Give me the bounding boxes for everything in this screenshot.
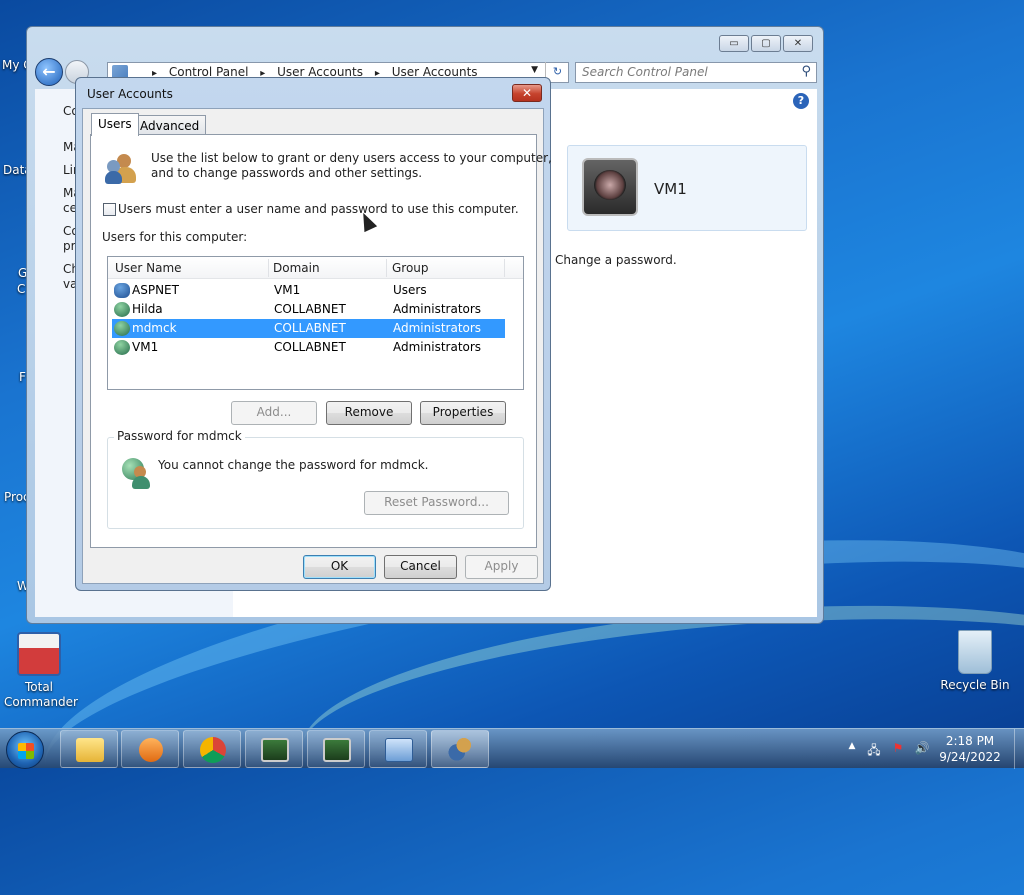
reset-password-button[interactable]: Reset Password... — [364, 491, 509, 515]
minimize-button[interactable]: ▭ — [719, 35, 749, 52]
search-icon[interactable]: ⚲ — [801, 64, 811, 79]
search-input[interactable]: Search Control Panel ⚲ — [575, 62, 817, 83]
users-list[interactable]: User Name Domain Group ASPNET VM1 Users … — [107, 256, 524, 390]
desktop-icon-recycle-bin[interactable]: Recycle Bin — [940, 630, 1010, 692]
require-password-checkbox[interactable] — [103, 203, 116, 216]
cell-domain: VM1 — [274, 283, 301, 297]
cell-group: Administrators — [393, 302, 482, 316]
taskbar-control-panel[interactable] — [369, 730, 427, 768]
desktop-icon-total-commander[interactable]: Total Commander — [4, 632, 78, 710]
taskbar-media-player[interactable] — [121, 730, 179, 768]
back-arrow-icon[interactable]: ← — [35, 58, 63, 86]
apply-button[interactable]: Apply — [465, 555, 538, 579]
cell-user-name: VM1 — [132, 340, 159, 354]
cell-domain: COLLABNET — [274, 340, 346, 354]
users-icon — [105, 151, 139, 185]
remove-user-button[interactable]: Remove — [326, 401, 412, 425]
cell-user-name: Hilda — [132, 302, 163, 316]
taskbar-user-accounts[interactable] — [431, 730, 489, 768]
clock-time: 2:18 PM — [945, 734, 995, 748]
table-row[interactable]: Hilda COLLABNET Administrators — [112, 300, 505, 319]
cell-user-name: mdmck — [132, 321, 177, 335]
list-header: User Name Domain Group — [108, 257, 523, 279]
password-group-label: Password for mdmck — [114, 429, 245, 443]
dialog-body: Users Advanced Use the list below to gra… — [82, 108, 552, 584]
account-card: VM1 — [567, 145, 807, 231]
search-placeholder: Search Control Panel — [582, 65, 708, 79]
media-player-icon — [139, 738, 163, 762]
maximize-button[interactable]: ▢ — [751, 35, 781, 52]
cell-group: Administrators — [393, 321, 482, 335]
desktop-icon-label: Total Commander — [4, 680, 78, 709]
user-icon — [114, 321, 130, 336]
users-list-label: Users for this computer: — [102, 230, 248, 244]
cell-group: Users — [393, 283, 427, 297]
user-globe-icon — [122, 458, 154, 490]
network-icon[interactable]: 🖧 — [866, 741, 882, 757]
account-picture[interactable] — [582, 158, 638, 216]
show-hidden-icons-icon[interactable]: ▲ — [844, 741, 860, 755]
desktop-icon-label[interactable]: C — [17, 282, 25, 296]
properties-button[interactable]: Properties — [420, 401, 506, 425]
cell-user-name: ASPNET — [132, 283, 179, 297]
help-icon[interactable]: ? — [793, 93, 809, 109]
change-password-link[interactable]: Change a password. — [555, 253, 677, 267]
user-icon — [114, 302, 130, 317]
table-row[interactable]: VM1 COLLABNET Administrators — [112, 338, 505, 357]
close-button[interactable]: ✕ — [783, 35, 813, 52]
taskbar-console-1[interactable] — [245, 730, 303, 768]
recycle-bin-icon — [958, 630, 992, 674]
taskbar-console-2[interactable] — [307, 730, 365, 768]
column-divider[interactable] — [504, 259, 505, 277]
cell-domain: COLLABNET — [274, 302, 346, 316]
cell-domain: COLLABNET — [274, 321, 346, 335]
tab-users[interactable]: Users — [91, 113, 139, 136]
column-header-domain[interactable]: Domain — [273, 261, 320, 275]
require-password-label[interactable]: Users must enter a user name and passwor… — [118, 202, 519, 216]
account-name: VM1 — [654, 180, 687, 198]
monitor-icon — [323, 738, 351, 762]
column-divider[interactable] — [268, 259, 269, 277]
taskbar: ▲ 🖧 ⚑ 🔊 2:18 PM 9/24/2022 — [0, 728, 1024, 769]
taskbar-chrome[interactable] — [183, 730, 241, 768]
user-icon — [114, 283, 130, 298]
action-center-icon[interactable]: ⚑ — [890, 741, 906, 755]
tab-advanced[interactable]: Advanced — [133, 115, 207, 136]
user-accounts-dialog: User Accounts ✕ Users Advanced Use the l… — [75, 77, 552, 591]
volume-icon[interactable]: 🔊 — [914, 741, 930, 755]
dialog-title: User Accounts — [87, 87, 173, 101]
users-tab-panel: Use the list below to grant or deny user… — [90, 134, 552, 548]
table-row-selected[interactable]: mdmck COLLABNET Administrators — [112, 319, 505, 338]
intro-text-line2: and to change passwords and other settin… — [151, 166, 423, 180]
column-header-user-name[interactable]: User Name — [115, 261, 182, 275]
desktop-icon-label: Recycle Bin — [940, 678, 1010, 692]
column-header-group[interactable]: Group — [392, 261, 429, 275]
desktop-icon-label[interactable]: F — [19, 370, 26, 384]
add-user-button[interactable]: Add... — [231, 401, 317, 425]
column-divider[interactable] — [386, 259, 387, 277]
system-clock[interactable]: 2:18 PM 9/24/2022 — [930, 733, 1010, 765]
user-icon — [114, 340, 130, 355]
ok-button[interactable]: OK — [303, 555, 376, 579]
address-dropdown-icon[interactable]: ▼ — [531, 65, 538, 75]
task-link[interactable]: pr — [63, 239, 76, 253]
monitor-icon — [261, 738, 289, 762]
cancel-button[interactable]: Cancel — [384, 555, 457, 579]
password-message: You cannot change the password for mdmck… — [158, 458, 429, 472]
show-desktop-button[interactable] — [1014, 729, 1024, 769]
chrome-icon — [200, 737, 226, 763]
password-groupbox: Password for mdmck You cannot change the… — [107, 429, 524, 529]
users-icon — [447, 738, 475, 762]
start-button[interactable] — [6, 731, 44, 769]
table-row[interactable]: ASPNET VM1 Users — [112, 281, 505, 300]
taskbar-explorer[interactable] — [60, 730, 118, 768]
intro-text-line1: Use the list below to grant or deny user… — [151, 151, 552, 165]
folder-icon — [76, 738, 104, 762]
window-controls: ▭ ▢ ✕ — [719, 35, 813, 52]
control-panel-icon — [385, 738, 413, 762]
cell-group: Administrators — [393, 340, 482, 354]
floppy-disk-icon — [17, 632, 61, 676]
dialog-close-button[interactable]: ✕ — [512, 84, 542, 102]
clock-date: 9/24/2022 — [939, 750, 1001, 764]
